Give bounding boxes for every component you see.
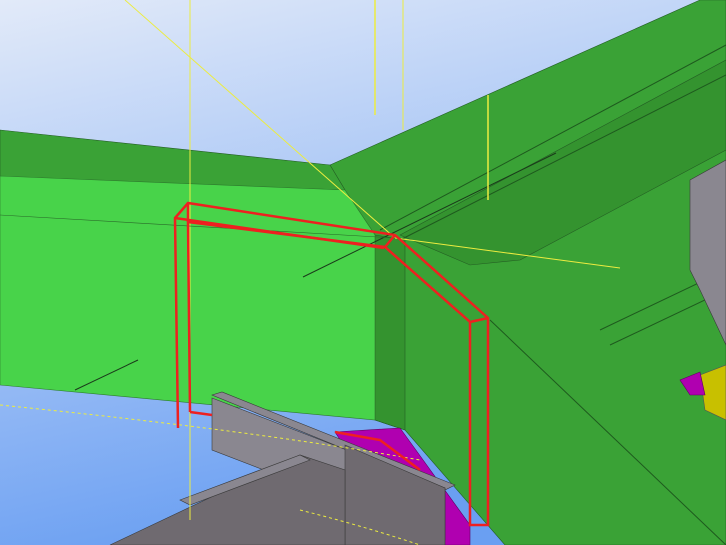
model-canvas[interactable] [0, 0, 726, 545]
column-face[interactable] [374, 234, 406, 431]
3d-model-viewport[interactable] [0, 0, 726, 545]
